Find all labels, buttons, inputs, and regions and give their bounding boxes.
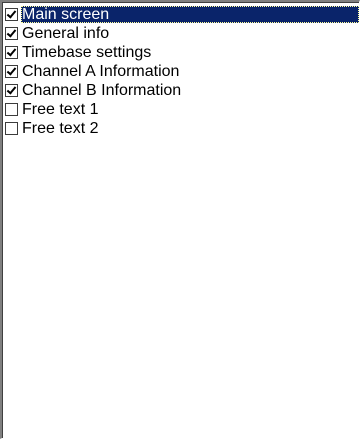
list-item-label: General info bbox=[22, 25, 110, 42]
list-item-label: Timebase settings bbox=[22, 44, 152, 61]
checkbox-general-info[interactable] bbox=[5, 27, 18, 40]
list-item-label: Channel A Information bbox=[22, 63, 180, 80]
list-item-timebase-settings[interactable]: Timebase settings bbox=[5, 43, 359, 62]
list-item-free-text-2[interactable]: Free text 2 bbox=[5, 119, 359, 138]
checked-list-box[interactable]: Main screen General info Timebase settin… bbox=[0, 0, 360, 439]
checkbox-channel-a-information[interactable] bbox=[5, 65, 18, 78]
checkbox-timebase-settings[interactable] bbox=[5, 46, 18, 59]
checkbox-free-text-1[interactable] bbox=[5, 103, 18, 116]
checkbox-channel-b-information[interactable] bbox=[5, 84, 18, 97]
list-item-label: Main screen bbox=[21, 6, 359, 23]
list-item-label: Free text 1 bbox=[22, 101, 99, 118]
list-item-channel-a-information[interactable]: Channel A Information bbox=[5, 62, 359, 81]
checkbox-main-screen[interactable] bbox=[5, 8, 18, 21]
list-item-label: Free text 2 bbox=[22, 120, 99, 137]
list-item-main-screen[interactable]: Main screen bbox=[5, 5, 359, 24]
list-item-general-info[interactable]: General info bbox=[5, 24, 359, 43]
list-items: Main screen General info Timebase settin… bbox=[5, 5, 359, 138]
checkbox-free-text-2[interactable] bbox=[5, 122, 18, 135]
list-item-label: Channel B Information bbox=[22, 82, 182, 99]
list-item-free-text-1[interactable]: Free text 1 bbox=[5, 100, 359, 119]
list-item-channel-b-information[interactable]: Channel B Information bbox=[5, 81, 359, 100]
